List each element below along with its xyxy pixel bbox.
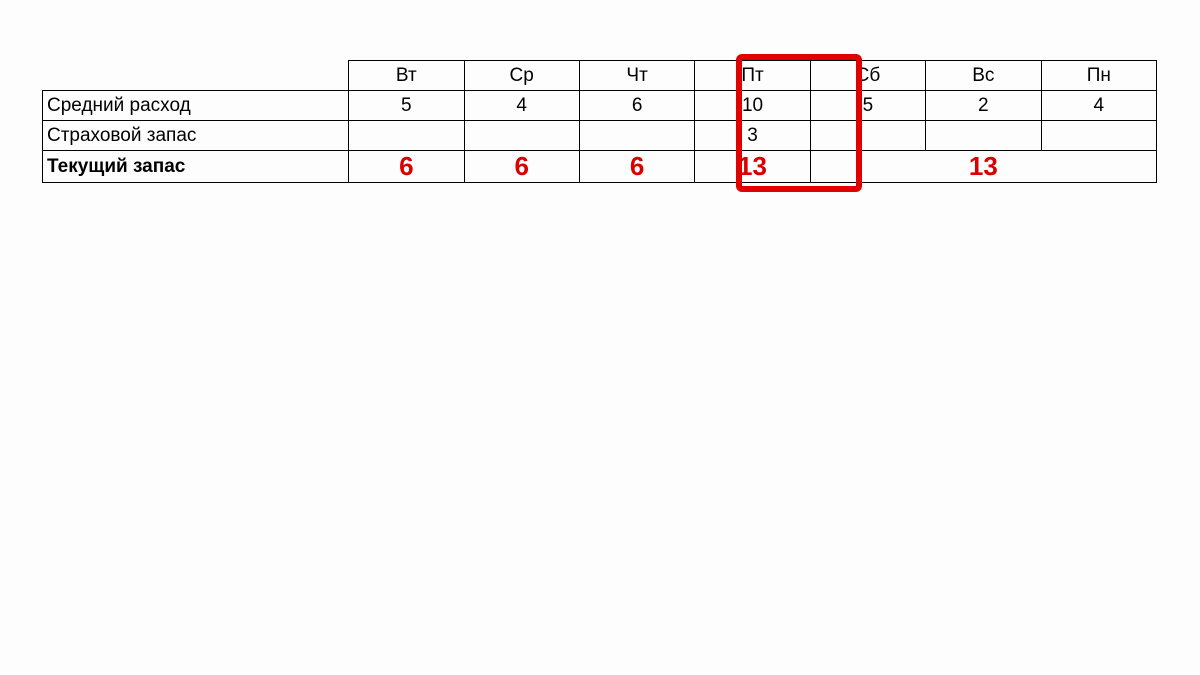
current-vs: 13 <box>926 151 1041 183</box>
header-empty <box>43 61 349 91</box>
current-sb <box>810 151 925 183</box>
avg-vt: 5 <box>349 91 464 121</box>
safety-vt <box>349 121 464 151</box>
avg-label: Средний расход <box>43 91 349 121</box>
safety-sr <box>464 121 579 151</box>
current-label: Текущий запас <box>43 151 349 183</box>
avg-sb: 5 <box>810 91 925 121</box>
safety-sb <box>810 121 925 151</box>
avg-pn: 4 <box>1041 91 1156 121</box>
avg-vs: 2 <box>926 91 1041 121</box>
current-stock-row: Текущий запас 6 6 6 13 13 <box>43 151 1157 183</box>
safety-label: Страховой запас <box>43 121 349 151</box>
avg-sr: 4 <box>464 91 579 121</box>
header-vs: Вс <box>926 61 1041 91</box>
safety-pn <box>1041 121 1156 151</box>
safety-cht <box>579 121 694 151</box>
avg-cht: 6 <box>579 91 694 121</box>
stock-table: Вт Ср Чт Пт Сб Вс Пн Средний расход 5 4 … <box>42 60 1157 183</box>
header-vt: Вт <box>349 61 464 91</box>
current-pt: 13 <box>695 151 810 183</box>
safety-vs <box>926 121 1041 151</box>
avg-pt: 10 <box>695 91 810 121</box>
avg-consumption-row: Средний расход 5 4 6 10 5 2 4 <box>43 91 1157 121</box>
safety-pt: 3 <box>695 121 810 151</box>
current-pn <box>1041 151 1156 183</box>
current-vt: 6 <box>349 151 464 183</box>
header-row: Вт Ср Чт Пт Сб Вс Пн <box>43 61 1157 91</box>
header-cht: Чт <box>579 61 694 91</box>
header-pt: Пт <box>695 61 810 91</box>
stock-table-container: Вт Ср Чт Пт Сб Вс Пн Средний расход 5 4 … <box>42 60 1157 183</box>
header-sr: Ср <box>464 61 579 91</box>
current-cht: 6 <box>579 151 694 183</box>
safety-stock-row: Страховой запас 3 <box>43 121 1157 151</box>
header-sb: Сб <box>810 61 925 91</box>
current-sr: 6 <box>464 151 579 183</box>
header-pn: Пн <box>1041 61 1156 91</box>
